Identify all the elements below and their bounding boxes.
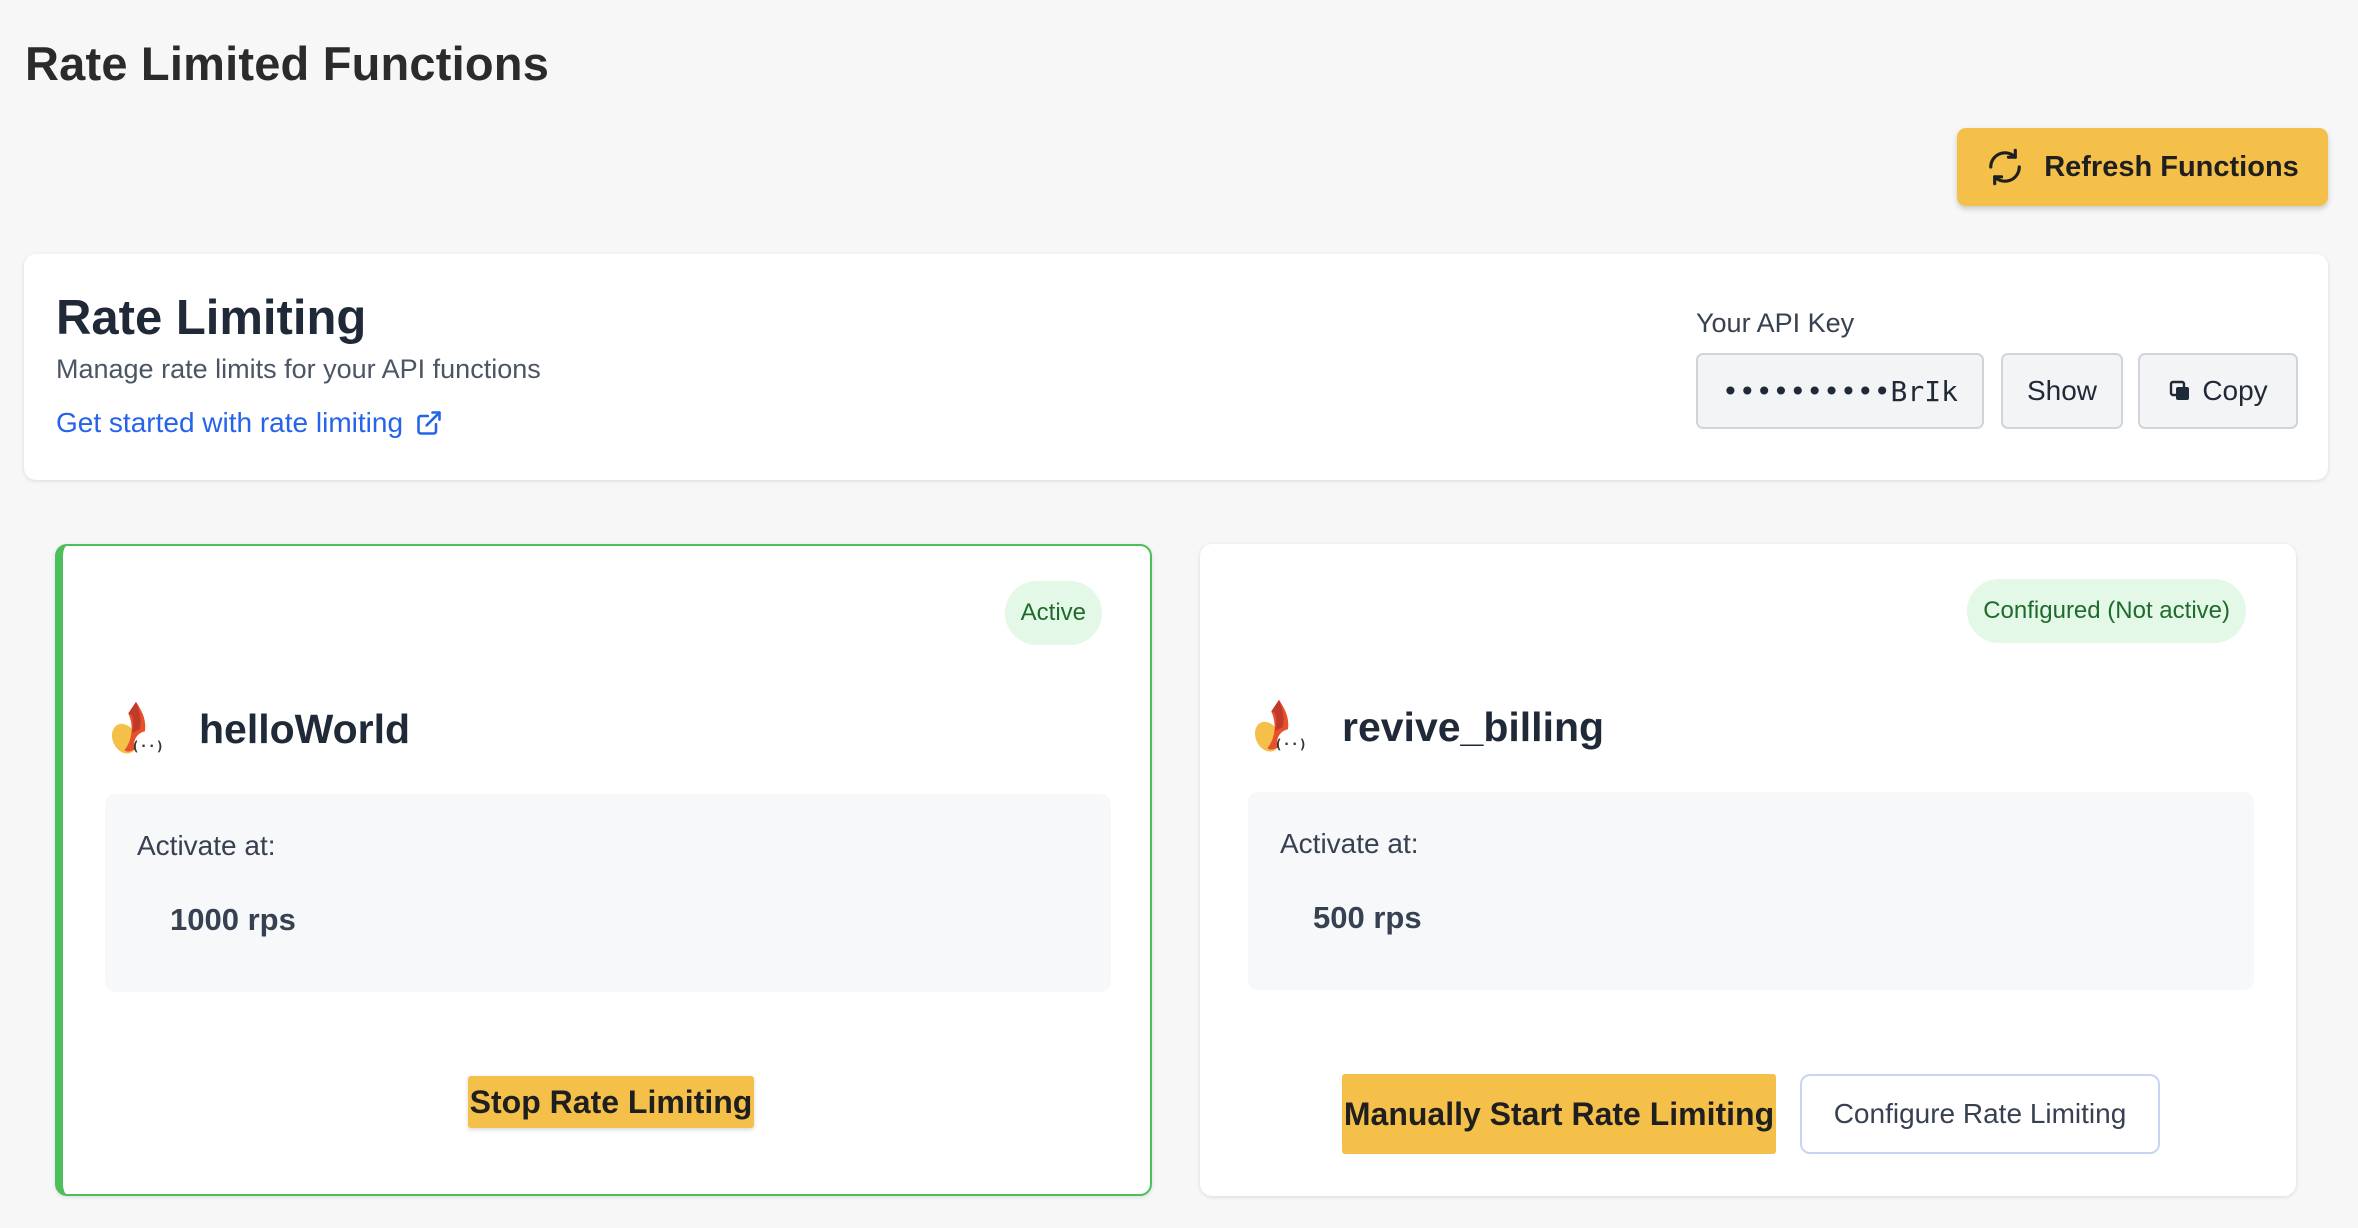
function-name: helloWorld: [199, 705, 411, 752]
copy-api-key-button[interactable]: Copy: [2138, 353, 2298, 429]
function-card-revive-billing: Configured (Not active) (··) revive_bill…: [1200, 544, 2296, 1196]
svg-text:(··): (··): [1274, 736, 1307, 752]
svg-text:(··): (··): [131, 738, 164, 754]
show-api-key-button[interactable]: Show: [2001, 353, 2123, 429]
copy-icon: [2170, 380, 2190, 400]
get-started-link[interactable]: Get started with rate limiting: [56, 407, 443, 439]
configure-rate-limiting-button[interactable]: Configure Rate Limiting: [1800, 1074, 2160, 1154]
rate-limiting-panel: Rate Limiting Manage rate limits for you…: [24, 254, 2328, 480]
firebase-functions-icon: (··): [111, 701, 164, 759]
refresh-functions-label: Refresh Functions: [2044, 150, 2299, 183]
activate-threshold-box: Activate at: 500 rps: [1248, 792, 2254, 990]
copy-label: Copy: [2202, 375, 2268, 406]
function-header: (··) helloWorld: [105, 698, 410, 760]
firebase-functions-icon: (··): [1254, 699, 1307, 757]
activate-label: Activate at:: [137, 830, 276, 861]
stop-rate-limiting-button[interactable]: Stop Rate Limiting: [468, 1076, 754, 1128]
rate-limiting-subtitle: Manage rate limits for your API function…: [56, 354, 541, 384]
function-header: (··) revive_billing: [1248, 696, 1604, 758]
refresh-functions-button[interactable]: Refresh Functions: [1957, 128, 2328, 206]
page-title: Rate Limited Functions: [25, 37, 550, 90]
activate-label: Activate at:: [1280, 828, 1419, 859]
function-name: revive_billing: [1342, 703, 1605, 750]
api-key-label: Your API Key: [1696, 308, 1855, 338]
manually-start-rate-limiting-button[interactable]: Manually Start Rate Limiting: [1342, 1074, 1776, 1154]
refresh-icon: [1989, 148, 2022, 186]
api-key-field[interactable]: ••••••••••BrIk: [1696, 353, 1984, 429]
get-started-link-text: Get started with rate limiting: [56, 407, 404, 438]
external-link-icon: [417, 411, 441, 435]
activate-threshold-box: Activate at: 1000 rps: [105, 794, 1111, 992]
activate-value: 500 rps: [1313, 900, 1422, 935]
activate-value: 1000 rps: [170, 902, 296, 937]
page: Rate Limited Functions Refresh Functions…: [0, 0, 2358, 1228]
rate-limiting-heading: Rate Limiting: [56, 291, 367, 345]
status-badge: Configured (Not active): [1967, 579, 2246, 643]
function-card-helloworld: Active (··) helloWorld Activate at: 1000…: [55, 544, 1152, 1196]
status-badge: Active: [1004, 581, 1102, 645]
